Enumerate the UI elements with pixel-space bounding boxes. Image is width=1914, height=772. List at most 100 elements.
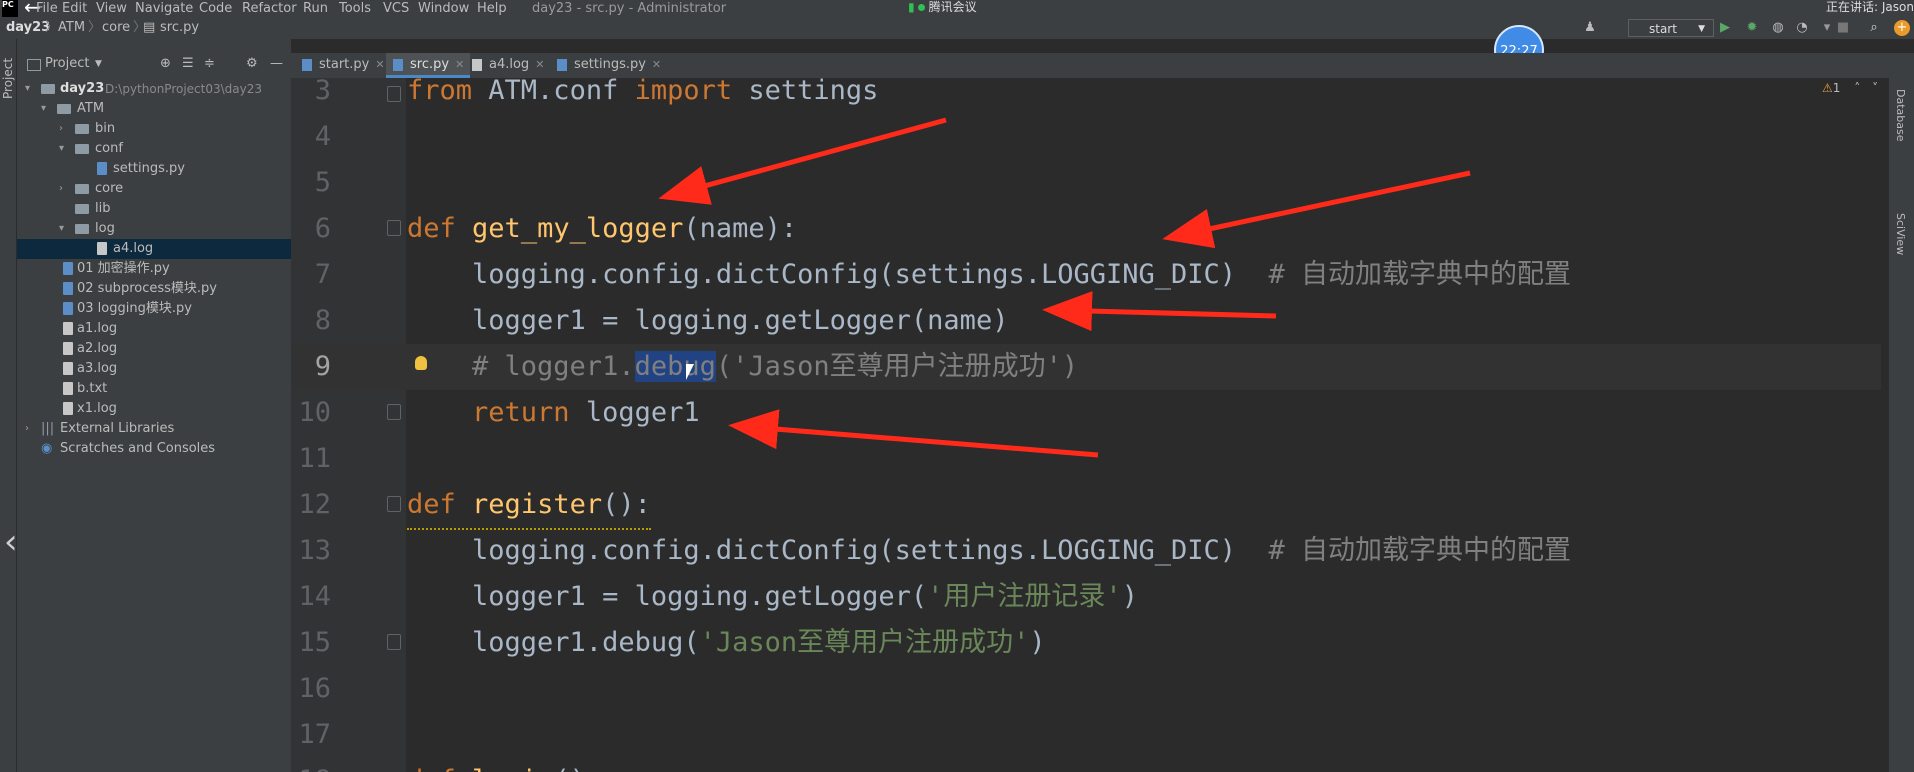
update-icon[interactable]: + [1894, 20, 1910, 36]
code-line-17[interactable]: 17 [291, 712, 1889, 758]
user-icon[interactable]: ♟ [1582, 20, 1598, 36]
breadcrumb-atm[interactable]: ATM [58, 17, 85, 39]
code-line-10[interactable]: 10 return logger1 [291, 390, 1889, 436]
fold-icon[interactable] [387, 634, 401, 650]
code-line-16[interactable]: 16 [291, 666, 1889, 712]
tab-settings-py[interactable]: settings.py ✕ [550, 53, 667, 78]
tree-item-a3-log[interactable]: a3.log [17, 359, 291, 379]
inspection-widget[interactable]: ⚠1 ˄ ˅ [1822, 81, 1878, 95]
more-run-icon[interactable]: ▾ [1819, 20, 1835, 36]
menu-tools[interactable]: Tools [339, 0, 371, 17]
menu-window[interactable]: Window [418, 0, 469, 17]
fold-icon[interactable] [387, 404, 401, 420]
stop-icon[interactable]: ■ [1835, 20, 1851, 36]
close-icon[interactable]: ✕ [455, 58, 464, 71]
gear-icon[interactable]: ⚙ [246, 53, 258, 75]
menu-edit[interactable]: Edit [62, 0, 87, 17]
line-number: 14 [298, 581, 331, 612]
tree-item-bin[interactable]: › bin [17, 119, 291, 139]
collapse-all-icon[interactable]: ≑ [204, 53, 215, 75]
tree-item-external-libraries[interactable]: › ||| External Libraries [17, 419, 291, 439]
meeting-indicator[interactable]: ▮ 腾讯会议 [908, 0, 977, 15]
fold-icon[interactable] [387, 496, 401, 512]
code-line-11[interactable]: 11 [291, 436, 1889, 482]
tree-label: lib [95, 201, 111, 216]
code-line-6[interactable]: 6 def get_my_logger(name): [291, 206, 1889, 252]
tree-item-03[interactable]: 03 logging模块.py [17, 299, 291, 319]
code-line-13[interactable]: 13 logging.config.dictConfig(settings.LO… [291, 528, 1889, 574]
code-line-12[interactable]: 12 def register(): [291, 482, 1889, 530]
run-icon[interactable]: ▶ [1717, 20, 1733, 36]
chevron-left-icon[interactable]: ‹ [4, 522, 18, 562]
tree-item-lib[interactable]: lib [17, 199, 291, 219]
tree-root-day23[interactable]: ▾ day23 D:\pythonProject03\day23 [17, 79, 291, 99]
python-file-icon [393, 59, 403, 71]
folder-icon [75, 224, 89, 234]
warning-icon: ⚠ [1822, 81, 1833, 95]
code-line-15[interactable]: 15 logger1.debug('Jason至尊用户注册成功') [291, 620, 1889, 666]
run-config-label: start [1649, 22, 1677, 36]
code-line-4[interactable]: 4 [291, 114, 1889, 160]
menu-view[interactable]: View [96, 0, 127, 17]
chevron-up-icon[interactable]: ˄ [1854, 81, 1860, 95]
tree-item-settings[interactable]: settings.py [17, 159, 291, 179]
expand-all-icon[interactable]: ☰ [182, 53, 194, 75]
tree-item-core[interactable]: › core [17, 179, 291, 199]
code-editor[interactable]: 3 from ATM.conf import settings 4 5 6 de… [291, 78, 1889, 772]
close-icon[interactable]: ✕ [375, 58, 384, 71]
tree-item-a4-log[interactable]: a4.log [17, 239, 291, 259]
fold-icon[interactable] [387, 86, 401, 102]
breadcrumb-core[interactable]: core [102, 17, 130, 39]
locate-icon[interactable]: ⊕ [160, 53, 171, 75]
menu-run[interactable]: Run [303, 0, 328, 17]
fold-icon[interactable] [387, 220, 401, 236]
breadcrumb-src[interactable]: src.py [160, 17, 199, 39]
python-file-icon [557, 59, 567, 71]
tree-item-x1-log[interactable]: x1.log [17, 399, 291, 419]
coverage-icon[interactable]: ◍ [1770, 20, 1786, 36]
hide-icon[interactable]: — [270, 53, 283, 75]
code-line-14[interactable]: 14 logger1 = logging.getLogger('用户注册记录') [291, 574, 1889, 620]
code-line-3[interactable]: 3 from ATM.conf import settings [291, 78, 1889, 114]
menu-vcs[interactable]: VCS [383, 0, 409, 17]
menu-help[interactable]: Help [477, 0, 507, 17]
project-panel-title[interactable]: Project [45, 53, 89, 75]
editor-scrollbar[interactable] [1881, 78, 1889, 772]
sciview-tool-label[interactable]: SciView [1894, 213, 1907, 293]
tree-item-02[interactable]: 02 subprocess模块.py [17, 279, 291, 299]
tree-item-b-txt[interactable]: b.txt [17, 379, 291, 399]
tree-item-atm[interactable]: ▾ ATM [17, 99, 291, 119]
tree-item-log[interactable]: ▾ log [17, 219, 291, 239]
run-config-select[interactable]: start ▼ [1628, 19, 1714, 37]
tree-item-01[interactable]: 01 加密操作.py [17, 259, 291, 279]
tree-item-a1-log[interactable]: a1.log [17, 319, 291, 339]
code-line-18[interactable]: 18 def login(): [291, 758, 1889, 772]
menu-navigate[interactable]: Navigate [135, 0, 193, 17]
code-line-5[interactable]: 5 [291, 160, 1889, 206]
debug-icon[interactable]: ✹ [1744, 20, 1760, 36]
close-icon[interactable]: ✕ [535, 58, 544, 71]
menu-file[interactable]: File [36, 0, 58, 17]
search-icon[interactable]: ⌕ [1866, 20, 1882, 36]
line-number: 15 [298, 627, 331, 658]
tree-item-conf[interactable]: ▾ conf [17, 139, 291, 159]
tab-a4-log[interactable]: a4.log ✕ [465, 53, 550, 78]
tab-src-py[interactable]: src.py ✕ [386, 53, 471, 78]
line-number: 13 [298, 535, 331, 566]
project-tool-label[interactable]: Project [1, 19, 15, 99]
code-line-9[interactable]: 9 # logger1.debug('Jason至尊用户注册成功') [291, 344, 1889, 390]
chevron-down-icon[interactable]: ▼ [95, 53, 102, 75]
code-line-8[interactable]: 8 logger1 = logging.getLogger(name) [291, 298, 1889, 344]
close-icon[interactable]: ✕ [652, 58, 661, 71]
menu-refactor[interactable]: Refactor [242, 0, 297, 17]
chevron-down-icon[interactable]: ˅ [1872, 81, 1878, 95]
menu-code[interactable]: Code [199, 0, 232, 17]
database-tool-label[interactable]: Database [1894, 89, 1907, 169]
profile-icon[interactable]: ◔ [1794, 20, 1810, 36]
tab-start-py[interactable]: start.py ✕ [295, 53, 391, 78]
tree-item-a2-log[interactable]: a2.log [17, 339, 291, 359]
code-text: from ATM.conf import settings [407, 78, 879, 106]
status-dot [917, 4, 925, 11]
tree-item-scratches[interactable]: ◉ Scratches and Consoles [17, 439, 291, 459]
code-line-7[interactable]: 7 logging.config.dictConfig(settings.LOG… [291, 252, 1889, 298]
